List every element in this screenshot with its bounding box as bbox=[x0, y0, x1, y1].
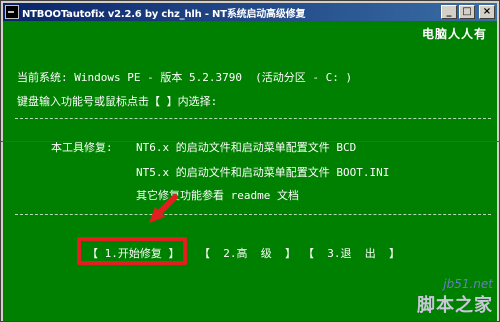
app-icon[interactable] bbox=[5, 5, 19, 19]
console-area: 电脑人人有 当前系统: Windows PE - 版本 5.2.3790 (活动… bbox=[3, 21, 497, 321]
horizontal-red-line bbox=[1, 141, 500, 142]
window-controls: _ □ × bbox=[441, 5, 495, 19]
maximize-icon[interactable]: □ bbox=[459, 5, 475, 19]
window-title: NTBOOTautofix v2.2.6 by chz_hlh - NT系统启动… bbox=[22, 8, 306, 20]
divider-top bbox=[15, 118, 491, 119]
watermark-url: jb51.net bbox=[443, 277, 493, 291]
highlight-box bbox=[77, 237, 187, 265]
divider-bottom bbox=[15, 214, 491, 215]
app-window: NTBOOTautofix v2.2.6 by chz_hlh - NT系统启动… bbox=[0, 0, 500, 322]
menu-exit-button[interactable]: 【 3.退 出 】 bbox=[303, 245, 400, 261]
repair-nt5-line: NT5.x 的启动文件和启动菜单配置文件 BOOT.INI bbox=[136, 166, 390, 179]
title-bar[interactable]: NTBOOTautofix v2.2.6 by chz_hlh - NT系统启动… bbox=[3, 3, 497, 21]
close-icon[interactable]: × bbox=[479, 5, 495, 19]
system-info-line: 当前系统: Windows PE - 版本 5.2.3790 (活动分区 - C… bbox=[17, 71, 353, 84]
watermark: jb51.net 脚本之家 bbox=[417, 277, 493, 317]
brand-label: 电脑人人有 bbox=[421, 27, 487, 41]
minimize-icon[interactable]: _ bbox=[441, 5, 457, 19]
menu-advanced-button[interactable]: 【 2.高 级 】 bbox=[199, 245, 296, 261]
watermark-name: 脚本之家 bbox=[417, 295, 493, 316]
prompt-line: 键盘输入功能号或鼠标点击【 】内选择: bbox=[17, 95, 218, 108]
pointer-arrow-icon bbox=[149, 194, 178, 223]
